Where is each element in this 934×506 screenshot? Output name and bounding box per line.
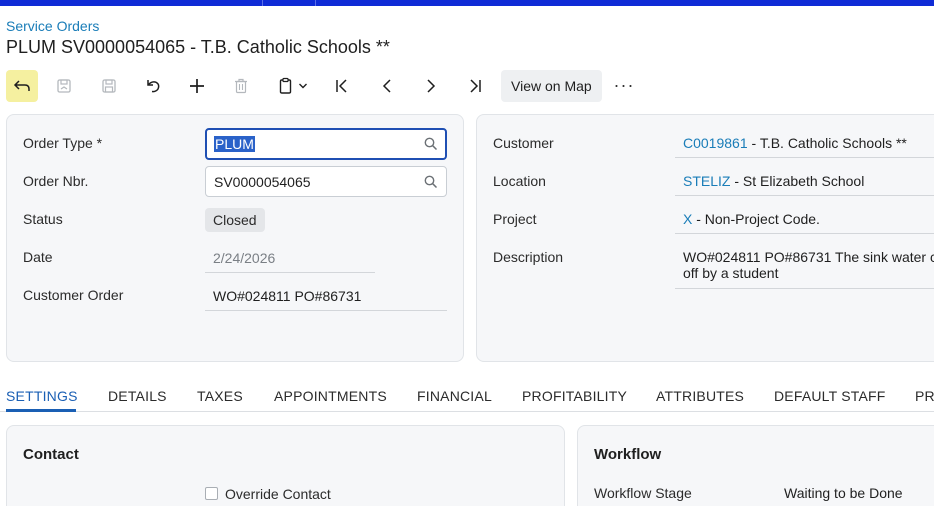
delete-icon: [235, 78, 247, 94]
order-type-label: Order Type *: [23, 135, 103, 151]
status-label: Status: [23, 211, 63, 227]
save-close-button[interactable]: [48, 70, 80, 102]
back-icon: [13, 80, 30, 91]
tab-overflow[interactable]: PR: [915, 388, 934, 404]
field-underline: [205, 272, 375, 273]
page-title: PLUM SV0000054065 - T.B. Catholic School…: [6, 37, 390, 57]
copy-paste-dropdown[interactable]: [272, 70, 314, 102]
customer-summary-panel: Customer C0019861 - T.B. Catholic School…: [476, 114, 934, 362]
tab-appointments[interactable]: APPOINTMENTS: [274, 388, 387, 404]
workflow-stage-value: Waiting to be Done: [784, 485, 903, 501]
override-contact-label[interactable]: Override Contact: [225, 486, 331, 502]
field-underline: [675, 288, 934, 289]
copy-paste-icon: [279, 77, 292, 94]
status-badge: Closed: [205, 208, 265, 232]
topbar-divider: [262, 0, 263, 6]
project-name: - Non-Project Code.: [692, 211, 820, 227]
active-tab-indicator: [6, 409, 76, 412]
order-type-field[interactable]: PLUM: [205, 128, 447, 160]
tab-financial[interactable]: FINANCIAL: [417, 388, 492, 404]
order-nbr-field[interactable]: SV0000054065: [205, 166, 447, 197]
description-line-1[interactable]: WO#024811 PO#86731 The sink water c: [683, 249, 934, 265]
field-underline: [675, 157, 934, 158]
override-contact-checkbox[interactable]: [205, 487, 218, 500]
workflow-stage-label: Workflow Stage: [594, 485, 692, 501]
customer-order-value[interactable]: WO#024811 PO#86731: [213, 288, 361, 304]
top-accent-bar: [0, 0, 934, 6]
save-button[interactable]: [93, 70, 125, 102]
undo-icon: [147, 80, 160, 93]
field-underline: [205, 310, 447, 311]
date-label: Date: [23, 249, 53, 265]
last-record-button[interactable]: [459, 70, 491, 102]
topbar-divider: [315, 0, 316, 6]
first-record-button[interactable]: [326, 70, 358, 102]
field-underline: [675, 233, 934, 234]
tab-profitability[interactable]: PROFITABILITY: [522, 388, 627, 404]
customer-link[interactable]: C0019861: [683, 135, 748, 151]
previous-record-button[interactable]: [371, 70, 403, 102]
add-icon: [190, 79, 204, 93]
description-label: Description: [493, 249, 564, 265]
search-icon[interactable]: [424, 175, 438, 189]
tab-taxes[interactable]: TAXES: [197, 388, 243, 404]
date-value: 2/24/2026: [213, 250, 276, 266]
more-actions-button[interactable]: ···: [612, 70, 636, 102]
project-link[interactable]: X: [683, 211, 692, 227]
contact-card: Contact Override Contact: [6, 425, 565, 506]
order-type-value: PLUM: [214, 136, 255, 152]
undo-button[interactable]: [137, 70, 169, 102]
tab-bar: SETTINGS DETAILS TAXES APPOINTMENTS FINA…: [0, 382, 934, 412]
tab-settings[interactable]: SETTINGS: [6, 388, 78, 404]
location-name: - St Elizabeth School: [730, 173, 865, 189]
customer-label: Customer: [493, 135, 554, 151]
customer-order-label: Customer Order: [23, 287, 124, 303]
save-icon: [102, 79, 116, 93]
workflow-card: Workflow Workflow Stage Waiting to be Do…: [577, 425, 934, 506]
project-label: Project: [493, 211, 537, 227]
description-line-2[interactable]: off by a student: [683, 265, 778, 281]
next-record-button[interactable]: [415, 70, 447, 102]
tab-attributes[interactable]: ATTRIBUTES: [656, 388, 744, 404]
delete-button[interactable]: [225, 70, 257, 102]
customer-value: C0019861 - T.B. Catholic Schools **: [683, 135, 907, 151]
tab-default-staff[interactable]: DEFAULT STAFF: [774, 388, 886, 404]
order-nbr-label: Order Nbr.: [23, 173, 89, 189]
location-link[interactable]: STELIZ: [683, 173, 730, 189]
save-close-icon: [57, 79, 71, 93]
location-value: STELIZ - St Elizabeth School: [683, 173, 864, 189]
order-nbr-value: SV0000054065: [214, 174, 311, 190]
view-on-map-button[interactable]: View on Map: [501, 70, 602, 102]
project-value: X - Non-Project Code.: [683, 211, 820, 227]
order-summary-panel: Order Type * PLUM Order Nbr. SV000005406…: [6, 114, 464, 362]
contact-title: Contact: [23, 446, 79, 463]
workflow-title: Workflow: [594, 446, 662, 463]
chevron-down-icon: [299, 83, 307, 89]
location-label: Location: [493, 173, 546, 189]
customer-name: - T.B. Catholic Schools **: [747, 135, 907, 151]
search-icon[interactable]: [424, 137, 438, 151]
tab-details[interactable]: DETAILS: [108, 388, 167, 404]
first-record-icon: [336, 79, 347, 93]
field-underline: [675, 195, 934, 196]
breadcrumb[interactable]: Service Orders: [6, 18, 99, 34]
previous-record-icon: [382, 79, 391, 93]
toolbar: View on Map ···: [0, 68, 934, 104]
last-record-icon: [470, 79, 481, 93]
back-button[interactable]: [6, 70, 38, 102]
next-record-icon: [427, 79, 436, 93]
add-button[interactable]: [181, 70, 213, 102]
